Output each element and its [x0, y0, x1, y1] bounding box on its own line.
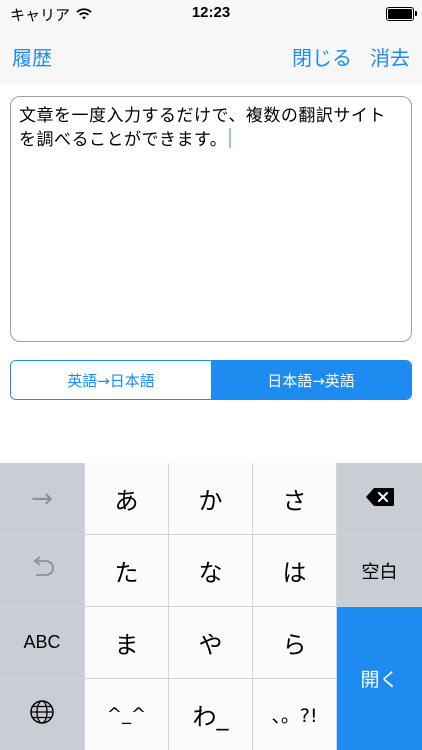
status-time: 12:23 [191, 4, 231, 21]
key-emoticon[interactable]: ^_^ [85, 679, 168, 750]
key-sa[interactable]: さ [253, 463, 336, 534]
status-bar: キャリア 12:23 [0, 0, 422, 28]
key-a[interactable]: あ [85, 463, 168, 534]
forward-arrow-icon: → [31, 483, 53, 514]
close-button[interactable]: 閉じる [292, 42, 352, 71]
keyboard: → あ か さ た な は 空白 ABC ま や ら 開く ^_^ わ_ 、。?… [0, 463, 422, 750]
clear-button[interactable]: 消去 [370, 42, 410, 71]
backspace-icon [365, 485, 395, 513]
globe-key[interactable] [0, 679, 84, 750]
input-text: 文章を一度入力するだけで、複数の翻訳サイトを調べることができます。 [19, 106, 386, 150]
space-key[interactable]: 空白 [337, 535, 422, 606]
key-na[interactable]: な [169, 535, 252, 606]
key-ka[interactable]: か [169, 463, 252, 534]
key-ha[interactable]: は [253, 535, 336, 606]
text-input[interactable]: 文章を一度入力するだけで、複数の翻訳サイトを調べることができます。 [10, 96, 412, 342]
backspace-key[interactable] [337, 463, 422, 534]
battery-icon [386, 7, 417, 21]
history-button[interactable]: 履歴 [12, 42, 52, 71]
abc-key[interactable]: ABC [0, 607, 84, 678]
key-punctuation[interactable]: 、。?! [253, 679, 336, 750]
text-caret [229, 128, 232, 148]
undo-icon [29, 555, 55, 586]
key-ta[interactable]: た [85, 535, 168, 606]
key-wa[interactable]: わ_ [169, 679, 252, 750]
nav-bar: 履歴 閉じる 消去 [0, 28, 422, 84]
undo-key[interactable] [0, 535, 84, 606]
direction-segmented-control: 英語→日本語 日本語→英語 [10, 360, 412, 400]
key-ra[interactable]: ら [253, 607, 336, 678]
open-key[interactable]: 開く [337, 607, 422, 750]
segment-ja-to-en[interactable]: 日本語→英語 [211, 361, 411, 399]
key-ya[interactable]: や [169, 607, 252, 678]
key-ma[interactable]: ま [85, 607, 168, 678]
globe-icon [29, 699, 55, 731]
segment-en-to-ja[interactable]: 英語→日本語 [11, 361, 211, 399]
forward-arrow-key[interactable]: → [0, 463, 84, 534]
